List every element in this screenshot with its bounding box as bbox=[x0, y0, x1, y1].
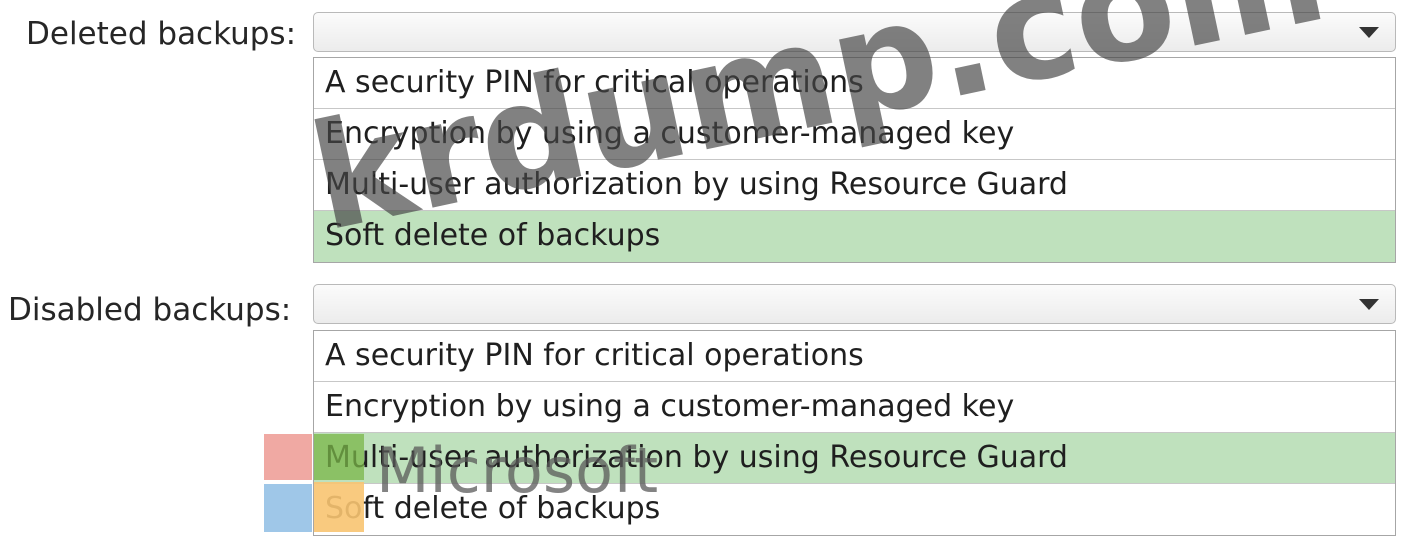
logo-red-square bbox=[264, 434, 312, 480]
deleted-backups-options: A security PIN for critical operations E… bbox=[313, 57, 1396, 263]
deleted-backups-option-multi-user-auth[interactable]: Multi-user authorization by using Resour… bbox=[314, 160, 1395, 211]
disabled-backups-option-security-pin[interactable]: A security PIN for critical operations bbox=[314, 331, 1395, 382]
logo-green-square bbox=[314, 434, 364, 480]
disabled-backups-label: Disabled backups: bbox=[8, 292, 292, 328]
deleted-backups-option-security-pin[interactable]: A security PIN for critical operations bbox=[314, 58, 1395, 109]
disabled-backups-option-encryption[interactable]: Encryption by using a customer-managed k… bbox=[314, 382, 1395, 433]
deleted-backups-option-encryption[interactable]: Encryption by using a customer-managed k… bbox=[314, 109, 1395, 160]
deleted-backups-label: Deleted backups: bbox=[26, 16, 297, 52]
disabled-backups-option-soft-delete[interactable]: Soft delete of backups bbox=[314, 484, 1395, 535]
disabled-backups-option-multi-user-auth[interactable]: Multi-user authorization by using Resour… bbox=[314, 433, 1395, 484]
chevron-down-icon[interactable] bbox=[1343, 285, 1395, 323]
disabled-backups-dropdown[interactable] bbox=[313, 284, 1396, 324]
logo-blue-square bbox=[264, 484, 312, 532]
chevron-down-icon[interactable] bbox=[1343, 13, 1395, 51]
logo-yellow-square bbox=[314, 482, 364, 532]
deleted-backups-dropdown[interactable] bbox=[313, 12, 1396, 52]
deleted-backups-option-soft-delete[interactable]: Soft delete of backups bbox=[314, 211, 1395, 262]
disabled-backups-options: A security PIN for critical operations E… bbox=[313, 330, 1396, 536]
